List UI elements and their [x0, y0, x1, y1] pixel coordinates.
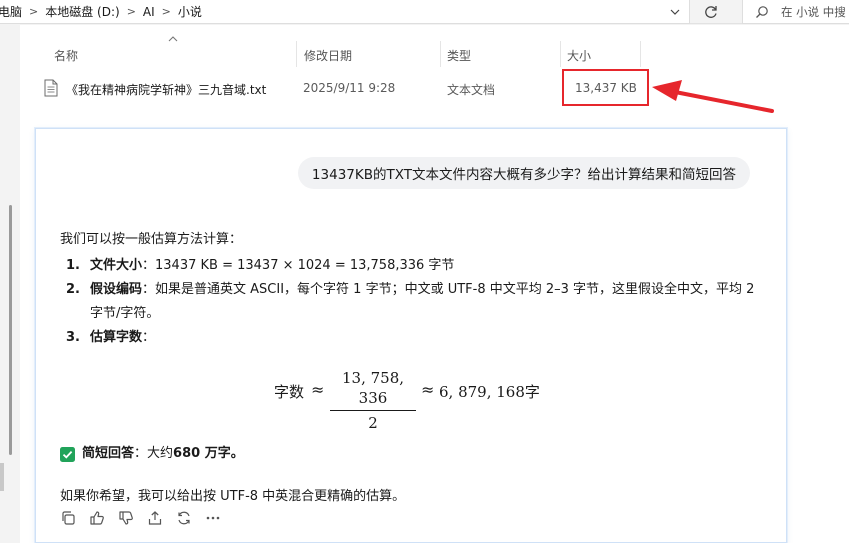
breadcrumb-item-drive-d[interactable]: 本地磁盘 (D:)	[45, 3, 119, 20]
message-actions	[60, 510, 234, 526]
list-number: 3.	[66, 330, 80, 345]
regenerate-icon[interactable]	[176, 510, 192, 526]
sort-ascending-icon	[168, 36, 178, 42]
column-header-modified[interactable]: 修改日期	[304, 47, 352, 64]
formula-approx: ≈	[421, 380, 435, 399]
file-modified: 2025/9/11 9:28	[303, 81, 396, 95]
search-icon	[756, 5, 768, 18]
annotation-highlight-box	[562, 69, 649, 106]
assistant-answer: 我们可以按一般估算方法计算： 1. 文件大小：13437 KB = 13437 ×…	[60, 228, 760, 350]
short-answer-key: 简短回答	[82, 446, 135, 461]
answer-steps: 1. 文件大小：13437 KB = 13437 × 1024 = 13,758,…	[60, 254, 760, 350]
list-number: 1.	[66, 258, 80, 273]
fraction-bar	[330, 410, 416, 411]
file-explorer-window: 电脑 > 本地磁盘 (D:) > AI > 小说 在 小说 中搜 名称 修改日期…	[0, 0, 849, 543]
thumbs-down-icon[interactable]	[118, 510, 134, 526]
file-type: 文本文档	[447, 83, 496, 97]
short-answer-text: ：大约	[134, 446, 174, 461]
nav-splitter[interactable]	[0, 463, 4, 491]
formula-numerator: 13, 758, 336	[341, 369, 405, 407]
math-formula: 字数 ≈ 13, 758, 336 2 ≈ 6, 879, 168字	[274, 368, 544, 432]
check-mark-icon	[60, 446, 75, 462]
list-item: 2. 假设编码：如果是普通英文 ASCII，每个字符 1 字节；中文或 UTF-8…	[60, 278, 760, 326]
answer-intro: 我们可以按一般估算方法计算：	[60, 232, 243, 247]
list-text: ：如果是普通英文 ASCII，每个字符 1 字节；中文或 UTF-8 中文平均 …	[90, 282, 755, 321]
file-name: 《我在精神病院学斩神》三九音域.txt	[66, 83, 267, 97]
list-key: 估算字数	[90, 330, 143, 345]
column-divider[interactable]	[296, 41, 297, 67]
copy-icon[interactable]	[60, 510, 76, 526]
thumbs-up-icon[interactable]	[89, 510, 105, 526]
chevron-right-icon: >	[126, 5, 136, 18]
column-divider[interactable]	[440, 41, 441, 67]
column-divider[interactable]	[640, 41, 641, 67]
chevron-down-icon[interactable]	[668, 5, 682, 19]
formula-fraction: 13, 758, 336 2	[330, 368, 416, 433]
short-answer-value: 680 万字。	[173, 446, 244, 461]
column-header-size[interactable]: 大小	[567, 47, 591, 64]
navigation-pane	[0, 25, 20, 543]
formula-denominator: 2	[368, 414, 378, 432]
list-text: ：13437 KB = 13437 × 1024 = 13,758,336 字节	[142, 258, 455, 273]
breadcrumb-item-ai[interactable]: AI	[143, 5, 155, 19]
search-input[interactable]: 在 小说 中搜	[742, 0, 849, 24]
search-placeholder: 在 小说 中搜	[781, 4, 846, 19]
column-header-name[interactable]: 名称	[54, 47, 78, 64]
breadcrumb-item-computer[interactable]: 电脑	[0, 3, 22, 20]
list-key: 假设编码	[90, 282, 143, 297]
column-divider[interactable]	[560, 41, 561, 67]
list-item: 3. 估算字数：	[60, 326, 760, 350]
more-options-icon[interactable]	[205, 510, 221, 526]
breadcrumb[interactable]: 电脑 > 本地磁盘 (D:) > AI > 小说	[0, 0, 690, 24]
text-document-icon	[44, 79, 58, 97]
nav-scrollbar[interactable]	[9, 205, 12, 455]
refresh-icon[interactable]	[702, 3, 720, 21]
formula-result: 6, 879, 168字	[439, 381, 540, 402]
chevron-right-icon: >	[161, 5, 171, 18]
closing-text: 如果你希望，我可以给出按 UTF-8 中英混合更精确的估算。	[60, 489, 406, 504]
column-header-type[interactable]: 类型	[447, 47, 471, 64]
formula-approx: ≈	[311, 380, 325, 399]
list-number: 2.	[66, 282, 80, 297]
user-question-bubble: 13437KB的TXT文本文件内容大概有多少字？给出计算结果和简短回答	[297, 157, 750, 189]
formula-unit: 字	[524, 383, 540, 401]
chat-overlay-card: 13437KB的TXT文本文件内容大概有多少字？给出计算结果和简短回答 我们可以…	[35, 128, 787, 543]
list-key: 文件大小	[90, 258, 143, 273]
list-item: 1. 文件大小：13437 KB = 13437 × 1024 = 13,758,…	[60, 254, 760, 278]
short-answer: 简短回答 ：大约 680 万字。	[60, 444, 244, 464]
address-bar: 电脑 > 本地磁盘 (D:) > AI > 小说 在 小说 中搜	[0, 0, 849, 24]
share-icon[interactable]	[147, 510, 163, 526]
formula-result-value: 6, 879, 168	[439, 383, 525, 401]
list-text: ：	[142, 330, 156, 345]
breadcrumb-item-novel[interactable]: 小说	[178, 3, 202, 20]
chevron-right-icon: >	[29, 5, 39, 18]
file-list: 名称 修改日期 类型 大小 《我在精神病院学斩神》三九音域.txt 2025/9…	[20, 25, 849, 543]
annotation-arrow-icon	[652, 80, 774, 113]
formula-lhs: 字数	[274, 383, 305, 401]
